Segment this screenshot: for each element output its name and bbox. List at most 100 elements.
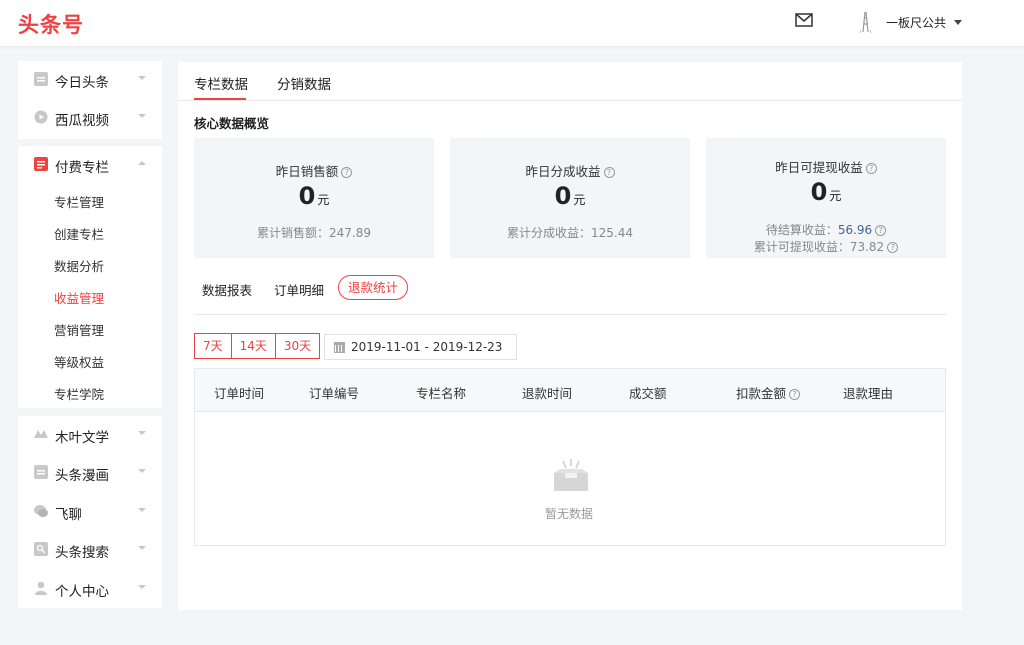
sidebar-subitem-marketing-manage[interactable]: 营销管理 — [54, 320, 104, 339]
stat-unit: 元 — [829, 189, 842, 203]
sidebar-item-manhua[interactable]: 头条漫画 — [18, 454, 162, 492]
sidebar-more: 木叶文学 头条漫画 飞聊 头条搜索 个人中心 — [18, 416, 162, 608]
sidebar-subitem-revenue-manage[interactable]: 收益管理 — [54, 288, 104, 307]
subtab-data-report[interactable]: 数据报表 — [202, 280, 252, 299]
sidebar-item-feiliao[interactable]: 飞聊 — [18, 493, 162, 531]
stat-sub-label: 累计分成收益： — [506, 226, 591, 240]
stat-unit: 元 — [573, 193, 586, 207]
username[interactable]: 一板尺公共 — [886, 14, 946, 31]
top-header: 头条号 一板尺公共 — [0, 0, 1024, 46]
feiliao-icon — [34, 505, 48, 517]
stat-sub-value: 56.96 — [837, 223, 873, 237]
help-icon[interactable]: ? — [789, 389, 801, 400]
stat-card-share-revenue: 昨日分成收益? 0元 累计分成收益：125.44 — [450, 138, 690, 258]
column-header-text: 扣款金额 — [736, 386, 787, 401]
stat-sub-value: 125.44 — [591, 226, 633, 240]
stat-label: 昨日销售额? — [194, 161, 434, 180]
chevron-down-icon — [138, 585, 146, 589]
sidebar-subitem-create-column[interactable]: 创建专栏 — [54, 224, 104, 243]
toutiaohao-logo[interactable]: 头条号 — [18, 9, 84, 39]
sidebar-item-label: 头条漫画 — [55, 468, 109, 484]
stat-sub-line: 累计销售额：247.89 — [194, 224, 434, 241]
sidebar-item-toutiao[interactable]: 今日头条 — [18, 61, 162, 99]
manhua-icon — [34, 465, 48, 479]
subtabs-divider — [194, 314, 946, 315]
stat-value: 0元 — [194, 182, 434, 210]
sidebar-subitem-level-rights[interactable]: 等级权益 — [54, 352, 104, 371]
avatar[interactable] — [856, 10, 876, 34]
range-14-days-button[interactable]: 14天 — [232, 334, 276, 358]
column-header-deal-amount: 成交额 — [629, 386, 667, 401]
stat-label-text: 昨日分成收益 — [525, 164, 601, 179]
help-icon[interactable]: ? — [875, 225, 887, 236]
date-range-quick-select: 7天 14天 30天 — [194, 333, 321, 359]
chevron-down-icon — [138, 508, 146, 512]
sidebar-item-label: 今日头条 — [55, 75, 109, 91]
column-header-order-id: 订单编号 — [309, 386, 360, 401]
caret-down-icon[interactable] — [954, 20, 962, 25]
range-30-days-button[interactable]: 30天 — [276, 334, 319, 358]
help-icon[interactable]: ? — [341, 167, 353, 178]
user-icon — [35, 581, 47, 595]
calendar-icon — [334, 342, 345, 353]
stat-label-text: 昨日销售额 — [275, 164, 339, 179]
stat-sub-line: 待结算收益：56.96? — [706, 221, 946, 238]
column-header-order-time: 订单时间 — [214, 386, 265, 401]
column-header-refund-reason: 退款理由 — [843, 386, 894, 401]
stat-label: 昨日分成收益? — [450, 161, 690, 180]
tab-distribution-data[interactable]: 分销数据 — [277, 73, 331, 93]
sidebar-item-label: 飞聊 — [55, 507, 82, 523]
sidebar-item-muye[interactable]: 木叶文学 — [18, 416, 162, 454]
sidebar-platforms: 今日头条 西瓜视频 — [18, 61, 162, 139]
stat-label: 昨日可提现收益? — [706, 157, 946, 176]
search-icon — [34, 542, 48, 556]
main-panel: 专栏数据 分销数据 核心数据概览 昨日销售额? 0元 累计销售额：247.89 … — [178, 62, 962, 610]
help-icon[interactable]: ? — [887, 242, 899, 253]
sidebar-item-paid-column[interactable]: 付费专栏 — [18, 146, 162, 184]
stat-sub-value: 247.89 — [329, 226, 371, 240]
chevron-down-icon — [138, 546, 146, 550]
empty-state-text: 暂无数据 — [545, 507, 594, 521]
sidebar-item-label: 付费专栏 — [55, 160, 109, 176]
sidebar-subitem-data-analysis[interactable]: 数据分析 — [54, 256, 104, 275]
column-header-refund-time: 退款时间 — [522, 386, 573, 401]
stat-value: 0元 — [450, 182, 690, 210]
stat-value-number: 0 — [554, 182, 572, 210]
date-range-picker[interactable]: 2019-11-01 - 2019-12-23 — [324, 334, 517, 360]
help-icon[interactable]: ? — [865, 163, 877, 174]
tabs-divider — [178, 100, 962, 101]
muye-icon — [34, 430, 48, 438]
toutiao-icon — [34, 72, 48, 86]
mail-icon[interactable] — [795, 13, 813, 27]
paid-column-icon — [34, 157, 48, 171]
refund-table: 订单时间 订单编号 专栏名称 退款时间 成交额 扣款金额? 退款理由 暂无数据 — [194, 368, 946, 546]
sidebar-paid-column: 付费专栏 专栏管理 创建专栏 数据分析 收益管理 营销管理 等级权益 专栏学院 — [18, 146, 162, 408]
sidebar-item-label: 个人中心 — [55, 584, 109, 600]
stat-sub-value: 73.82 — [849, 240, 885, 254]
sidebar-item-search[interactable]: 头条搜索 — [18, 531, 162, 569]
stat-value-number: 0 — [298, 182, 316, 210]
sidebar-item-personal-center[interactable]: 个人中心 — [18, 570, 162, 608]
xigua-icon — [34, 110, 48, 124]
sidebar-subitem-column-manage[interactable]: 专栏管理 — [54, 192, 104, 211]
stat-sub-line: 累计分成收益：125.44 — [450, 224, 690, 241]
stat-label-text: 昨日可提现收益 — [775, 160, 863, 175]
stat-card-sales: 昨日销售额? 0元 累计销售额：247.89 — [194, 138, 434, 258]
subtab-refund-stats[interactable]: 退款统计 — [338, 275, 409, 300]
sidebar-subitem-column-academy[interactable]: 专栏学院 — [54, 384, 104, 403]
range-7-days-button[interactable]: 7天 — [195, 334, 232, 358]
sidebar-item-xigua[interactable]: 西瓜视频 — [18, 99, 162, 137]
section-title: 核心数据概览 — [194, 116, 270, 131]
stat-sub-label: 待结算收益： — [765, 223, 838, 237]
tab-column-data[interactable]: 专栏数据 — [194, 73, 248, 93]
help-icon[interactable]: ? — [603, 167, 615, 178]
stat-sub-label: 累计可提现收益： — [753, 240, 850, 254]
stat-value-number: 0 — [810, 178, 828, 206]
chevron-down-icon — [138, 114, 146, 118]
column-header-column-name: 专栏名称 — [416, 386, 467, 401]
sidebar-item-label: 木叶文学 — [55, 430, 109, 446]
stat-unit: 元 — [317, 193, 330, 207]
subtab-order-detail[interactable]: 订单明细 — [274, 280, 324, 299]
empty-box-icon — [554, 459, 588, 491]
table-header: 订单时间 订单编号 专栏名称 退款时间 成交额 扣款金额? 退款理由 — [195, 369, 945, 412]
